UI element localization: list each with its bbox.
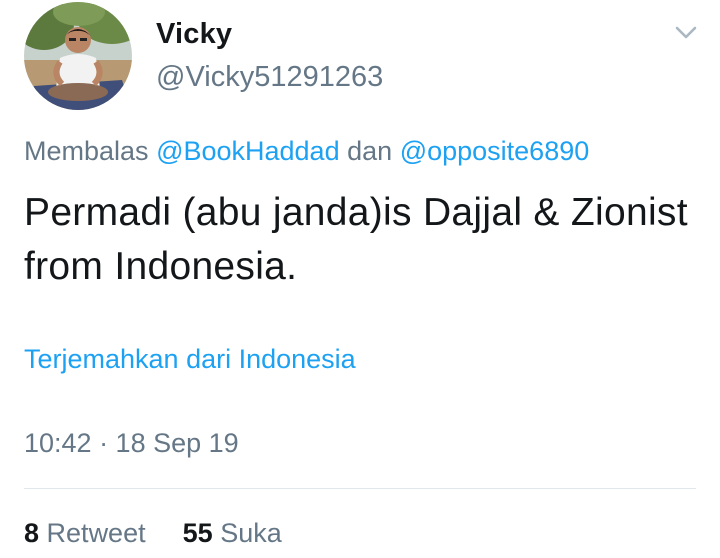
chevron-down-icon[interactable] xyxy=(672,20,700,44)
mention-link-opposite6890[interactable]: @opposite6890 xyxy=(400,136,590,166)
divider xyxy=(24,488,696,489)
user-avatar-photo-icon xyxy=(24,2,132,110)
avatar[interactable] xyxy=(24,2,132,110)
engagement-stats: 8 Retweet 55 Suka xyxy=(24,518,282,549)
like-stat[interactable]: 55 Suka xyxy=(183,518,282,548)
like-label: Suka xyxy=(220,518,282,548)
timestamp[interactable]: 10:42 · 18 Sep 19 xyxy=(24,428,239,459)
translate-link[interactable]: Terjemahkan dari Indonesia xyxy=(24,344,356,375)
user-handle[interactable]: @Vicky51291263 xyxy=(156,61,383,94)
reply-joiner: dan xyxy=(347,136,393,166)
mention-link-bookhaddad[interactable]: @BookHaddad xyxy=(156,136,340,166)
like-count: 55 xyxy=(182,518,213,548)
display-name[interactable]: Vicky xyxy=(156,18,232,51)
reply-context: Membalas @BookHaddad dan @opposite6890 xyxy=(24,136,589,167)
tweet-detail: Vicky @Vicky51291263 Membalas @BookHadda… xyxy=(0,0,720,558)
retweet-count: 8 xyxy=(24,518,40,548)
tweet-text: Permadi (abu janda)is Dajjal & Zionist f… xyxy=(24,191,688,288)
retweet-label: Retweet xyxy=(46,518,146,548)
reply-prefix: Membalas xyxy=(24,136,149,166)
retweet-stat[interactable]: 8 Retweet xyxy=(24,518,153,548)
